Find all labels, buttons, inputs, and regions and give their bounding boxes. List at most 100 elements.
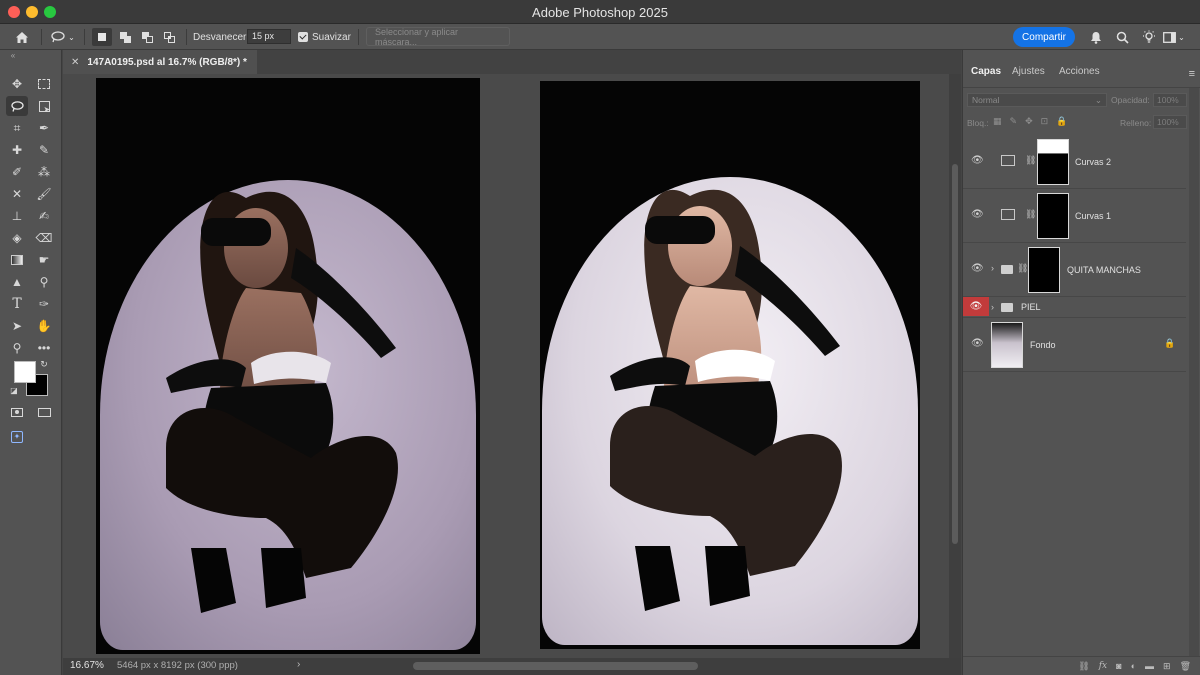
history-brush-icon[interactable]: ✍ xyxy=(33,206,55,226)
add-mask-icon[interactable]: ◙ xyxy=(1116,661,1121,671)
clone-stamp-icon[interactable]: ⊥ xyxy=(6,206,28,226)
eye-icon[interactable]: 👁 xyxy=(971,155,984,166)
link-icon[interactable]: ⛓ xyxy=(1025,155,1036,166)
opacity-input[interactable]: 100% xyxy=(1153,93,1187,107)
blur-tool-icon[interactable]: ▲ xyxy=(6,272,28,292)
dodge-tool-icon[interactable]: ⚲ xyxy=(33,272,55,292)
share-button[interactable]: Compartir xyxy=(1013,27,1075,47)
tab-adjustments[interactable]: Ajustes xyxy=(1012,66,1045,77)
healing-brush-icon[interactable]: ✐ xyxy=(6,162,28,182)
generative-fill-icon[interactable]: ✦ xyxy=(6,427,28,447)
eyedropper-icon[interactable]: ✒ xyxy=(33,118,55,138)
spot-healing-brush-icon[interactable]: ✚ xyxy=(6,140,28,160)
antialias-checkbox[interactable] xyxy=(298,32,308,42)
more-tools-icon[interactable]: ••• xyxy=(33,338,55,358)
layer-quita-manchas[interactable]: 👁 › ⛓ QUITA MANCHAS xyxy=(963,243,1186,297)
pen-tool-icon[interactable]: ✑ xyxy=(33,294,55,314)
home-icon[interactable] xyxy=(10,28,34,46)
new-selection-mode-button[interactable] xyxy=(92,28,112,46)
eye-icon[interactable]: 👁 xyxy=(963,297,989,316)
lasso-tool-preset-picker[interactable]: ⌄ xyxy=(48,28,78,46)
intersect-selection-button[interactable] xyxy=(159,28,179,46)
eye-icon[interactable]: 👁 xyxy=(971,209,984,220)
tab-actions[interactable]: Acciones xyxy=(1059,66,1100,77)
content-aware-icon[interactable]: ⁂ xyxy=(33,162,55,182)
close-tab-icon[interactable]: ✕ xyxy=(71,57,79,68)
screen-mode-icon[interactable] xyxy=(33,402,55,422)
lock-image-icon[interactable]: ✎ xyxy=(1010,116,1018,127)
workspace-icon[interactable]: ⌄ xyxy=(1162,28,1186,46)
layer-style-icon[interactable]: fx xyxy=(1099,661,1107,671)
quick-mask-icon[interactable] xyxy=(6,402,28,422)
curves-adjustment-icon xyxy=(1001,209,1015,220)
layer-thumbnail[interactable] xyxy=(991,322,1023,368)
photoshop-window: Adobe Photoshop 2025 ⌄ Desvanecer: 15 px… xyxy=(0,0,1200,675)
zoom-level[interactable]: 16.67% xyxy=(70,660,104,671)
chevron-right-icon[interactable]: › xyxy=(991,263,994,273)
eraser-icon[interactable]: ⌫ xyxy=(33,228,55,248)
link-icon[interactable]: ⛓ xyxy=(1017,263,1028,274)
smudge-tool-icon[interactable]: ☛ xyxy=(33,250,55,270)
default-colors-icon[interactable]: ◪ xyxy=(8,384,20,396)
canvas-vertical-scrollbar[interactable] xyxy=(949,74,961,658)
tab-layers[interactable]: Capas xyxy=(964,50,1008,88)
foreground-color-swatch[interactable] xyxy=(14,361,36,383)
new-group-icon[interactable]: ▬ xyxy=(1145,661,1154,671)
group-mask-thumbnail[interactable] xyxy=(1028,247,1060,293)
remove-tool-icon[interactable]: ✎ xyxy=(33,140,55,160)
document-tab-title: 147A0195.psd al 16.7% (RGB/8*) * xyxy=(87,56,247,68)
link-icon[interactable]: ⛓ xyxy=(1025,209,1036,220)
lock-position-icon[interactable]: ✥ xyxy=(1025,116,1033,127)
rectangular-marquee-icon[interactable] xyxy=(33,74,55,94)
lock-transparent-icon[interactable]: ▦ xyxy=(993,116,1002,127)
gradient-tool-icon[interactable] xyxy=(6,250,28,270)
paint-bucket-icon[interactable]: ◈ xyxy=(6,228,28,248)
antialias-label: Suavizar xyxy=(312,31,351,43)
new-layer-icon[interactable]: ⊞ xyxy=(1163,661,1171,672)
layer-curvas-2[interactable]: 👁 ⛓ Curvas 2 xyxy=(963,135,1186,189)
path-selection-icon[interactable]: ➤ xyxy=(6,316,28,336)
link-layers-icon[interactable]: ⛓ xyxy=(1078,661,1089,672)
canvas-horizontal-scrollbar[interactable] xyxy=(413,662,698,670)
type-tool-icon[interactable]: T xyxy=(6,294,28,314)
brush-tool-icon[interactable]: 🖌 xyxy=(33,184,55,204)
document-tab[interactable]: ✕ 147A0195.psd al 16.7% (RGB/8*) * xyxy=(63,50,257,74)
trash-icon[interactable]: 🗑 xyxy=(1180,661,1191,672)
subtract-from-selection-button[interactable] xyxy=(137,28,157,46)
eye-icon[interactable]: 👁 xyxy=(971,263,984,274)
layer-curvas-1[interactable]: 👁 ⛓ Curvas 1 xyxy=(963,189,1186,243)
lock-artboard-icon[interactable]: ⊡ xyxy=(1041,116,1049,127)
layer-mask-thumbnail[interactable] xyxy=(1037,139,1069,185)
document-tab-bar: « ✕ 147A0195.psd al 16.7% (RGB/8*) * xyxy=(63,50,961,74)
fill-input[interactable]: 100% xyxy=(1153,115,1187,129)
layers-panel-footer: ⛓ fx ◙ ◐ ▬ ⊞ 🗑 xyxy=(963,656,1200,675)
move-tool-icon[interactable]: ✥ xyxy=(6,74,28,94)
layers-scrollbar[interactable] xyxy=(1189,88,1199,656)
content-aware-move-icon[interactable]: ✕ xyxy=(6,184,28,204)
chevron-down-icon: ⌄ xyxy=(1178,32,1185,42)
hand-tool-icon[interactable]: ✋ xyxy=(33,316,55,336)
eye-icon[interactable]: 👁 xyxy=(971,338,984,349)
collapse-toolbar-icon[interactable]: « xyxy=(2,50,24,60)
crop-tool-icon[interactable]: ⌗ xyxy=(6,118,28,138)
blend-mode-select[interactable]: Normal ⌄ xyxy=(967,93,1107,107)
lasso-tool-icon[interactable] xyxy=(6,96,28,116)
swap-colors-icon[interactable]: ↻ xyxy=(38,358,50,370)
layer-piel[interactable]: 👁 › PIEL xyxy=(963,297,1186,318)
lightbulb-icon[interactable] xyxy=(1138,28,1160,46)
lock-all-icon[interactable]: 🔒 xyxy=(1056,116,1067,127)
select-and-mask-button[interactable]: Seleccionar y aplicar máscara... xyxy=(366,27,510,47)
panel-menu-icon[interactable]: ≡ xyxy=(1189,68,1195,80)
search-icon[interactable] xyxy=(1112,28,1132,46)
feather-input[interactable]: 15 px xyxy=(247,29,291,44)
layer-mask-thumbnail[interactable] xyxy=(1037,193,1069,239)
object-selection-icon[interactable]: ➤ xyxy=(33,96,55,116)
chevron-right-icon[interactable]: › xyxy=(991,302,994,312)
bell-icon[interactable] xyxy=(1086,28,1106,46)
layer-fondo[interactable]: 👁 Fondo 🔒 xyxy=(963,318,1186,372)
canvas-area[interactable] xyxy=(63,74,949,658)
chevron-right-icon[interactable]: › xyxy=(297,659,300,670)
adjustment-layer-icon[interactable]: ◐ xyxy=(1131,661,1136,671)
zoom-tool-icon[interactable]: ⚲ xyxy=(6,338,28,358)
add-to-selection-button[interactable] xyxy=(115,28,135,46)
